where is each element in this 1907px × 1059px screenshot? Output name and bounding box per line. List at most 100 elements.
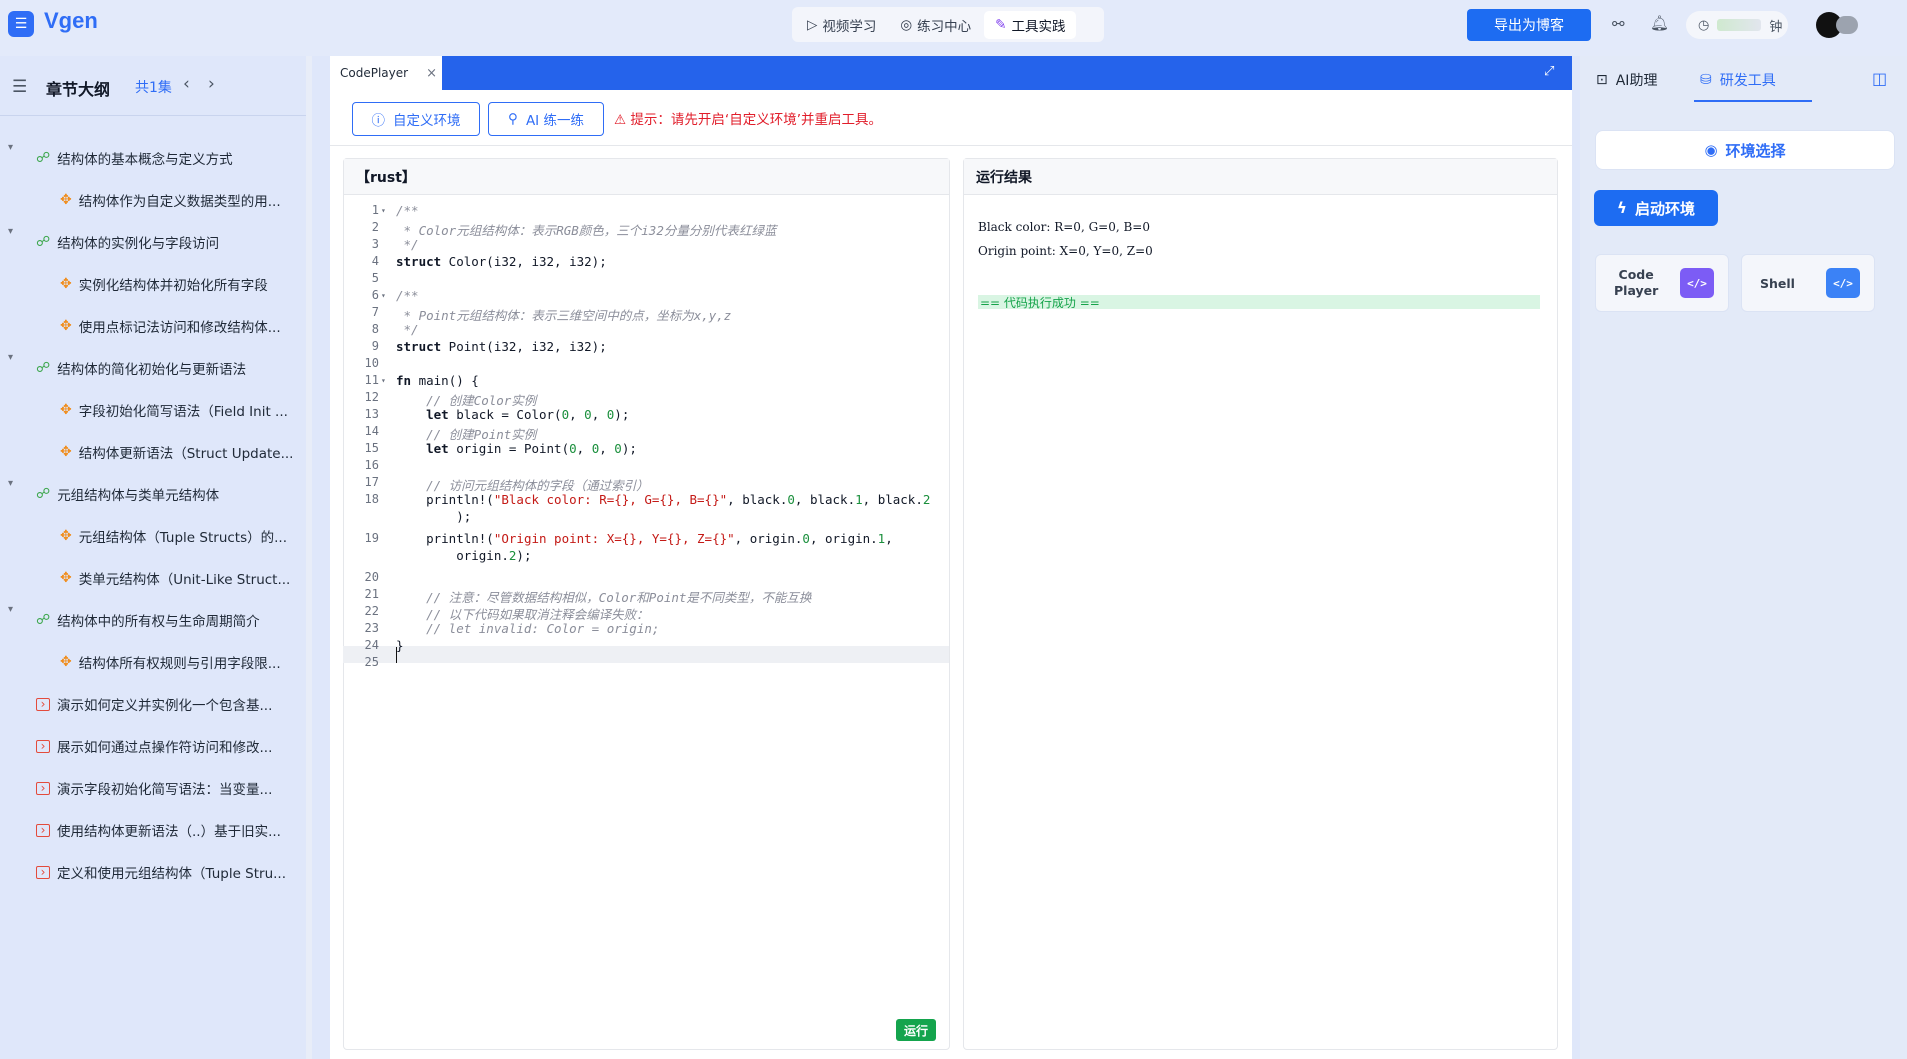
list-item[interactable]: ☍ 结构体的基本概念与定义方式 — [36, 148, 233, 168]
caret-down-icon[interactable]: ▾ — [8, 604, 13, 615]
list-item[interactable]: ☍ 结构体中的所有权与生命周期简介 — [36, 610, 260, 630]
caret-down-icon[interactable]: ▾ — [8, 478, 13, 489]
list-item-label: 元组结构体（Tuple Structs）的... — [78, 530, 287, 546]
code-text: origin.2); — [396, 548, 532, 563]
chevron-right-icon[interactable]: › — [208, 74, 215, 94]
hierarchy-icon: ☍ — [36, 360, 51, 376]
code-text: let origin = Point(0, 0, 0); — [426, 441, 637, 456]
list-item[interactable]: ✥ 元组结构体（Tuple Structs）的... — [60, 526, 287, 546]
list-item-label: 结构体的实例化与字段访问 — [57, 236, 220, 252]
list-item[interactable]: ✥ 结构体所有权规则与引用字段限... — [60, 652, 281, 672]
share-icon[interactable]: ⚯ — [1612, 15, 1625, 33]
hierarchy-icon: ☍ — [36, 150, 51, 166]
line-number: 13 — [364, 407, 379, 421]
list-item[interactable]: › 定义和使用元组结构体（Tuple Stru... — [36, 862, 286, 882]
list-item-label: 字段初始化简写语法（Field Init ... — [78, 404, 288, 420]
output-line: Origin point: X=0, Y=0, Z=0 — [978, 244, 1153, 258]
list-item[interactable]: ✥ 结构体更新语法（Struct Update... — [60, 442, 293, 462]
line-number: 21 — [364, 587, 379, 601]
list-item[interactable]: ✥ 结构体作为自定义数据类型的用... — [60, 190, 281, 210]
sidebar-toggle-icon[interactable]: ◫ — [1872, 69, 1887, 88]
output-panel — [963, 158, 1558, 1050]
ai-practice-button[interactable]: ⚲ AI 练一练 — [488, 102, 604, 136]
editor-title: 【rust】 — [344, 159, 949, 195]
episode-count: 共1集 — [135, 80, 172, 96]
line-number: 25 — [364, 655, 379, 669]
caret-down-icon[interactable]: ▾ — [8, 352, 13, 363]
menu-icon[interactable]: ☰ — [8, 11, 34, 37]
tool-card-codeplayer[interactable]: Code Player </> — [1595, 254, 1729, 312]
magic-wand-icon: ⚲ — [508, 111, 518, 127]
fold-icon[interactable]: ▾ — [381, 206, 386, 215]
code-text: } — [396, 638, 404, 653]
play-icon: ▷ — [807, 16, 818, 33]
list-item[interactable]: ☍ 元组结构体与类单元结构体 — [36, 484, 219, 504]
list-item[interactable]: ✥ 实例化结构体并初始化所有字段 — [60, 274, 268, 294]
export-blog-button[interactable]: 导出为博客 — [1467, 9, 1591, 41]
nav-tab-tools[interactable]: ✎ 工具实践 — [984, 10, 1077, 39]
tab-strip — [330, 56, 1572, 90]
tab-codeplayer[interactable]: CodePlayer × — [330, 56, 442, 90]
code-text: ); — [396, 509, 472, 524]
list-item-label: 结构体更新语法（Struct Update... — [78, 446, 294, 462]
line-number: 7 — [371, 305, 379, 319]
list-item-label: 结构体作为自定义数据类型的用... — [78, 194, 281, 210]
bell-icon[interactable]: 🔔︎ — [1650, 14, 1669, 32]
code-text: fn main() { — [396, 373, 479, 388]
caret-down-icon[interactable]: ▾ — [8, 142, 13, 153]
nav-tab-video[interactable]: ▷ 视频学习 — [796, 11, 887, 39]
node-icon: ✥ — [60, 654, 72, 670]
start-env-button[interactable]: ϟ 启动环境 — [1594, 190, 1718, 226]
fold-icon[interactable]: ▾ — [381, 291, 386, 300]
code-text: * Point元组结构体：表示三维空间中的点，坐标为x,y,z — [396, 308, 732, 323]
list-item[interactable]: › 展示如何通过点操作符访问和修改... — [36, 736, 272, 756]
tab-dev-tools[interactable]: ⛁ 研发工具 — [1700, 70, 1776, 90]
nav-tab-practice[interactable]: ◎ 练习中心 — [889, 11, 982, 39]
terminal-icon: › — [36, 865, 50, 879]
code-text: */ — [396, 237, 419, 252]
line-number: 20 — [364, 570, 379, 584]
run-button[interactable]: 运行 — [896, 1019, 936, 1041]
custom-env-button[interactable]: ⓘ 自定义环境 — [352, 102, 480, 136]
node-icon: ✥ — [60, 318, 72, 334]
line-number: 2 — [371, 220, 379, 234]
line-number: 10 — [364, 356, 379, 370]
toolbox-icon: ⛁ — [1700, 72, 1712, 88]
code-text: */ — [396, 322, 419, 337]
fold-icon[interactable]: ▾ — [381, 376, 386, 385]
active-tab-indicator — [1694, 100, 1812, 102]
chevron-left-icon[interactable]: ‹ — [183, 74, 190, 94]
line-number: 1 — [371, 203, 379, 217]
list-item-label: 结构体中的所有权与生命周期简介 — [57, 614, 260, 630]
list-item-label: 使用结构体更新语法（..）基于旧实... — [57, 824, 281, 840]
list-item[interactable]: ☍ 结构体的实例化与字段访问 — [36, 232, 219, 252]
warning-message: ⚠ 提示：请先开启‘自定义环境’并重启工具。 — [614, 112, 882, 128]
node-icon: ✥ — [60, 192, 72, 208]
hierarchy-icon: ☍ — [36, 612, 51, 628]
list-item-label: 结构体的简化初始化与更新语法 — [57, 362, 247, 378]
list-item[interactable]: › 演示如何定义并实例化一个包含基... — [36, 694, 272, 714]
list-item[interactable]: › 演示字段初始化简写语法：当变量... — [36, 778, 272, 798]
line-number: 16 — [364, 458, 379, 472]
expand-icon[interactable]: ⤢ — [1544, 64, 1554, 79]
list-item-label: 定义和使用元组结构体（Tuple Stru... — [57, 866, 287, 882]
list-item[interactable]: ✥ 类单元结构体（Unit-Like Struct... — [60, 568, 290, 588]
code-text: * Color元组结构体：表示RGB颜色，三个i32分量分别代表红绿蓝 — [396, 223, 777, 238]
tab-ai-assistant[interactable]: ⊡ AI助理 — [1596, 70, 1657, 90]
terminal-icon: › — [36, 697, 50, 711]
line-number: 6 — [371, 288, 379, 302]
sidebar-scrollbar[interactable] — [306, 56, 312, 1059]
tool-card-shell[interactable]: Shell </> — [1741, 254, 1875, 312]
list-item[interactable]: ✥ 使用点标记法访问和修改结构体... — [60, 316, 281, 336]
list-item[interactable]: ✥ 字段初始化简写语法（Field Init ... — [60, 400, 288, 420]
study-timer[interactable]: ◷ 钟 — [1686, 11, 1788, 39]
avatar-name[interactable] — [1836, 16, 1858, 34]
caret-down-icon[interactable]: ▾ — [8, 226, 13, 237]
outline-list-icon[interactable]: ☰ — [12, 77, 27, 97]
list-item[interactable]: › 使用结构体更新语法（..）基于旧实... — [36, 820, 281, 840]
close-icon[interactable]: × — [426, 66, 437, 81]
terminal-icon: </> — [1826, 268, 1860, 298]
env-select-button[interactable]: ◉ 环境选择 — [1595, 130, 1895, 170]
list-item[interactable]: ☍ 结构体的简化初始化与更新语法 — [36, 358, 246, 378]
line-number: 18 — [364, 492, 379, 506]
